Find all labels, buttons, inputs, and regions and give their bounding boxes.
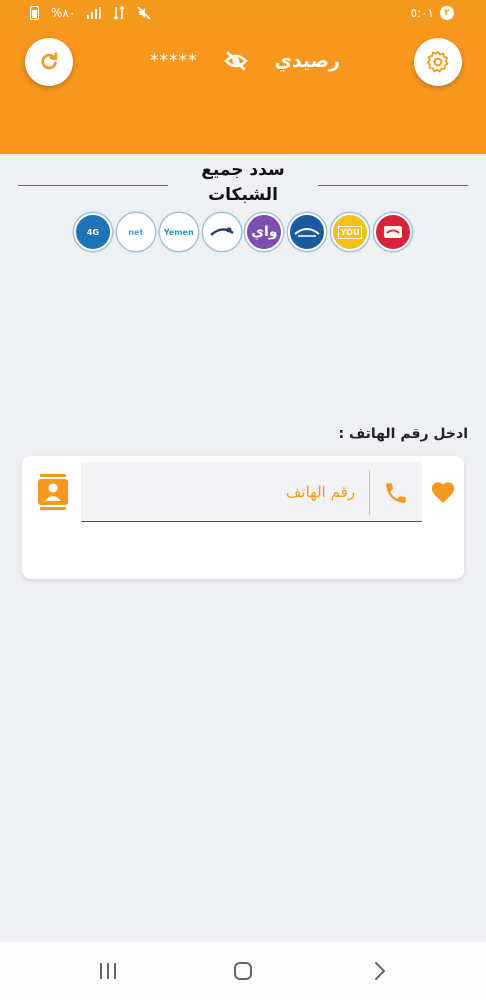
status-bar: %٨٠ ٥:٠١ ٢ xyxy=(0,0,486,28)
divider-left xyxy=(18,185,168,186)
network-yemen-net[interactable]: Yemen xyxy=(159,213,198,251)
recent-apps-icon xyxy=(100,963,116,979)
battery-percent: %٨٠ xyxy=(51,6,76,20)
mute-icon xyxy=(137,6,151,20)
status-icons-left: %٨٠ xyxy=(30,6,151,20)
balance-mask: ***** xyxy=(150,51,198,71)
networks-section-title: سدد جميع الشبكات xyxy=(201,160,285,205)
field-separator xyxy=(369,470,370,515)
contacts-icon[interactable] xyxy=(37,474,69,510)
network-4[interactable] xyxy=(202,213,241,251)
screen: %٨٠ ٥:٠١ ٢ ***** رصيدي سدد جميع الشبكات … xyxy=(0,0,486,1000)
data-icon xyxy=(113,6,125,20)
network-yemen-4g[interactable]: 4G xyxy=(74,213,112,251)
settings-button[interactable] xyxy=(414,38,462,86)
phone-field xyxy=(81,462,422,522)
network-4-logo-icon xyxy=(209,227,234,236)
network-you[interactable]: YOU xyxy=(331,213,370,251)
phone-input[interactable] xyxy=(81,462,369,522)
clock: ٥:٠١ xyxy=(410,6,434,20)
networks-list: 4G net Yemen واي YOU xyxy=(74,213,412,253)
phone-icon[interactable] xyxy=(383,480,409,506)
back-button[interactable] xyxy=(365,958,395,984)
balance-display: ***** رصيدي xyxy=(150,48,340,74)
heart-icon[interactable] xyxy=(430,480,456,504)
home-icon xyxy=(234,962,252,980)
network-6-logo-icon xyxy=(294,228,320,237)
signal-icon xyxy=(87,7,102,19)
gear-icon xyxy=(426,51,449,73)
app-header: ***** رصيدي xyxy=(0,28,486,154)
battery-icon xyxy=(30,6,39,20)
navigation-bar xyxy=(0,942,486,1000)
network-6[interactable] xyxy=(288,213,327,251)
recent-apps-button[interactable] xyxy=(93,958,123,984)
network-2[interactable]: net xyxy=(116,213,155,251)
eye-off-icon[interactable] xyxy=(224,51,248,71)
chevron-right-icon xyxy=(375,962,385,980)
sim-slot-badge: ٢ xyxy=(440,6,454,20)
home-button[interactable] xyxy=(228,958,258,984)
refresh-icon xyxy=(41,52,58,70)
balance-title: رصيدي xyxy=(274,50,340,72)
network-sabafon-logo-icon xyxy=(383,226,402,238)
phone-entry-label: ادخل رقم الهاتف : xyxy=(338,426,468,442)
divider-right xyxy=(318,185,468,186)
network-way[interactable]: واي xyxy=(245,213,284,251)
status-icons-right: ٥:٠١ ٢ xyxy=(411,6,454,20)
phone-entry-card xyxy=(22,456,464,579)
network-sabafon[interactable] xyxy=(373,213,412,251)
refresh-button[interactable] xyxy=(25,38,73,86)
